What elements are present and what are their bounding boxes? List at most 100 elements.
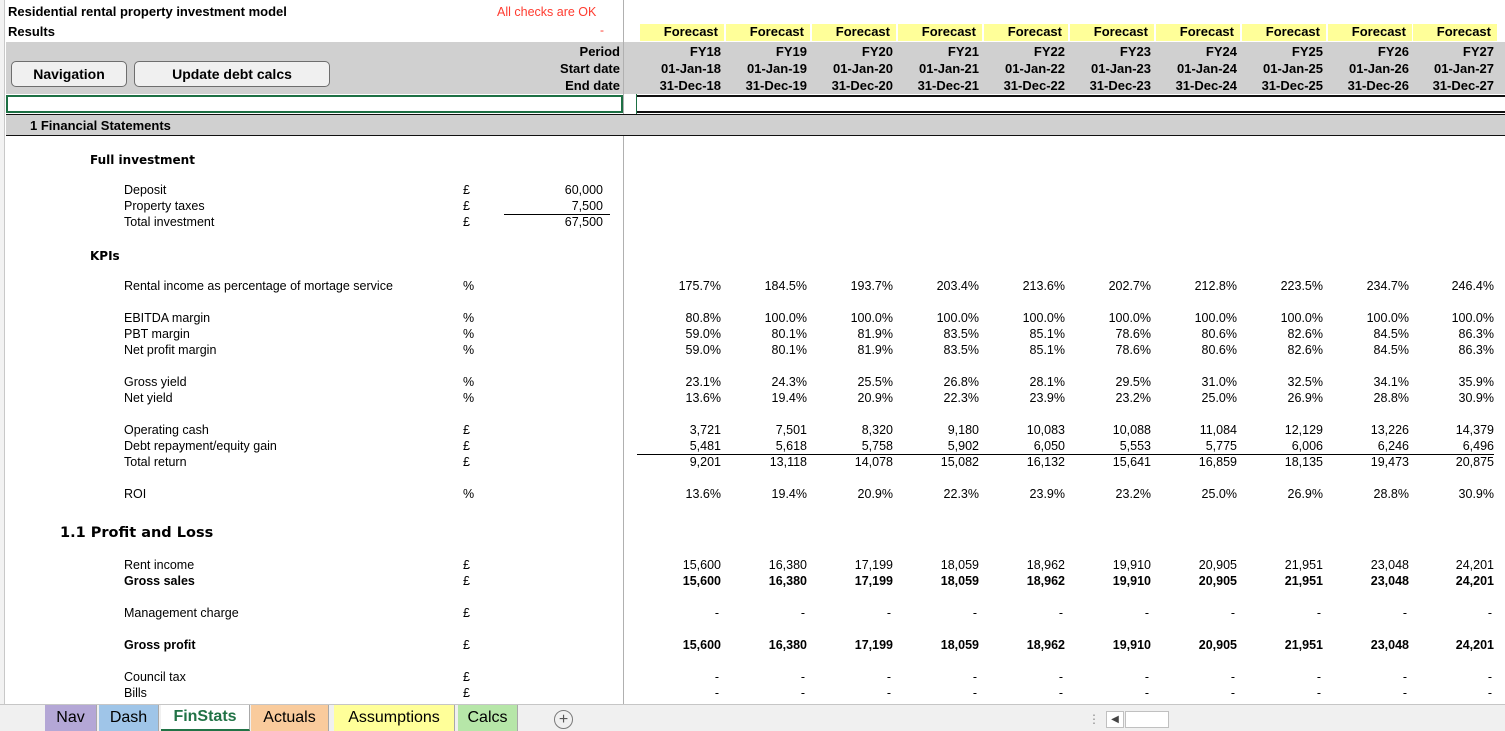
value-cell[interactable]: 15,600	[637, 574, 721, 588]
value-cell[interactable]: 9,201	[637, 455, 721, 469]
splitter-dots-icon[interactable]: ⋮	[1088, 712, 1100, 726]
tab-finstats[interactable]: FinStats	[161, 705, 250, 731]
value-cell[interactable]: 14,078	[809, 455, 893, 469]
value-cell[interactable]: 78.6%	[1067, 343, 1151, 357]
value-cell[interactable]: 6,496	[1410, 439, 1494, 453]
value-cell[interactable]: -	[893, 670, 977, 684]
value-cell[interactable]: 24,201	[1410, 558, 1494, 572]
value-cell[interactable]: 78.6%	[1067, 327, 1151, 341]
value-cell[interactable]: 34.1%	[1325, 375, 1409, 389]
value-cell[interactable]: 16,380	[723, 638, 807, 652]
value-cell[interactable]: -	[1323, 686, 1407, 700]
value-cell[interactable]: 24,201	[1410, 574, 1494, 588]
value-cell[interactable]: 11,084	[1153, 423, 1237, 437]
navigation-button[interactable]: Navigation	[11, 61, 127, 87]
value-cell[interactable]: -	[1323, 670, 1407, 684]
value-cell[interactable]: 23.9%	[981, 391, 1065, 405]
value-cell[interactable]: -	[979, 670, 1063, 684]
tab-calcs[interactable]: Calcs	[458, 705, 518, 731]
value-cell[interactable]: 5,618	[723, 439, 807, 453]
value-cell[interactable]: 12,129	[1239, 423, 1323, 437]
value-cell[interactable]: -	[893, 606, 977, 620]
value-cell[interactable]: 16,380	[723, 574, 807, 588]
value-cell[interactable]: 23.2%	[1067, 391, 1151, 405]
value-cell[interactable]: -	[1237, 686, 1321, 700]
value-cell[interactable]: 6,246	[1325, 439, 1409, 453]
value-cell[interactable]: 80.1%	[723, 343, 807, 357]
value-cell[interactable]: 6,006	[1239, 439, 1323, 453]
value-cell[interactable]: 20,875	[1410, 455, 1494, 469]
value-cell[interactable]: 21,951	[1239, 638, 1323, 652]
value-cell[interactable]: 15,082	[895, 455, 979, 469]
value-cell[interactable]: 24,201	[1410, 638, 1494, 652]
value-cell[interactable]: 19.4%	[723, 391, 807, 405]
value-cell[interactable]: 5,775	[1153, 439, 1237, 453]
value-cell[interactable]: 100.0%	[809, 311, 893, 325]
value-cell[interactable]: 59.0%	[637, 343, 721, 357]
value-cell[interactable]: 100.0%	[895, 311, 979, 325]
value-cell[interactable]: 82.6%	[1239, 327, 1323, 341]
value-cell[interactable]: 25.0%	[1153, 487, 1237, 501]
value-cell[interactable]: 20,905	[1153, 574, 1237, 588]
value-cell[interactable]: 3,721	[637, 423, 721, 437]
value-cell[interactable]: -	[979, 686, 1063, 700]
value-cell[interactable]: 175.7%	[637, 279, 721, 293]
value-cell[interactable]: 223.5%	[1239, 279, 1323, 293]
value-cell[interactable]: -	[1408, 606, 1492, 620]
value-cell[interactable]: 17,199	[809, 574, 893, 588]
fill-handle[interactable]	[636, 94, 637, 114]
value-cell[interactable]: 19,910	[1067, 638, 1151, 652]
value-cell[interactable]: 83.5%	[895, 327, 979, 341]
value-cell[interactable]: 184.5%	[723, 279, 807, 293]
value-cell[interactable]: -	[1065, 686, 1149, 700]
value-cell[interactable]: -	[807, 670, 891, 684]
tab-dash[interactable]: Dash	[99, 705, 159, 731]
value-cell[interactable]: 20,905	[1153, 558, 1237, 572]
value-cell[interactable]: 19,910	[1067, 574, 1151, 588]
value-cell[interactable]: 20.9%	[809, 487, 893, 501]
value-cell[interactable]: 16,380	[723, 558, 807, 572]
horizontal-scrollbar[interactable]	[1125, 711, 1169, 728]
value-cell[interactable]: 20,905	[1153, 638, 1237, 652]
value-cell[interactable]: 10,088	[1067, 423, 1151, 437]
value-cell[interactable]: 17,199	[809, 638, 893, 652]
value-cell[interactable]: 8,320	[809, 423, 893, 437]
value-cell[interactable]: 5,758	[809, 439, 893, 453]
value-cell[interactable]: 5,553	[1067, 439, 1151, 453]
value-cell[interactable]: -	[635, 606, 719, 620]
value-cell[interactable]: -	[1151, 606, 1235, 620]
value-cell[interactable]: 80.6%	[1153, 343, 1237, 357]
value-cell[interactable]: 246.4%	[1410, 279, 1494, 293]
value-cell[interactable]: 18,962	[981, 638, 1065, 652]
value-cell[interactable]: 202.7%	[1067, 279, 1151, 293]
value-cell[interactable]: -	[893, 686, 977, 700]
value-cell[interactable]: 203.4%	[895, 279, 979, 293]
tab-nav[interactable]: Nav	[45, 705, 97, 731]
value-cell[interactable]: -	[1151, 670, 1235, 684]
value-cell[interactable]: 80.8%	[637, 311, 721, 325]
value-cell[interactable]: 35.9%	[1410, 375, 1494, 389]
value-cell[interactable]: -	[1323, 606, 1407, 620]
value-cell[interactable]: -	[721, 686, 805, 700]
value-cell[interactable]: 13,226	[1325, 423, 1409, 437]
value-cell[interactable]: 83.5%	[895, 343, 979, 357]
value-cell[interactable]: 29.5%	[1067, 375, 1151, 389]
value-cell[interactable]: 13,118	[723, 455, 807, 469]
value-cell[interactable]: 22.3%	[895, 487, 979, 501]
value-cell[interactable]: 21,951	[1239, 558, 1323, 572]
value-cell[interactable]: 25.0%	[1153, 391, 1237, 405]
value-cell[interactable]: 84.5%	[1325, 327, 1409, 341]
value-cell[interactable]: 15,600	[637, 638, 721, 652]
tab-assumptions[interactable]: Assumptions	[334, 705, 455, 731]
value-cell[interactable]: 18,059	[895, 558, 979, 572]
scroll-left-icon[interactable]: ◀	[1106, 711, 1124, 728]
value-cell[interactable]: 234.7%	[1325, 279, 1409, 293]
value-cell[interactable]: 85.1%	[981, 327, 1065, 341]
value-cell[interactable]: 7,501	[723, 423, 807, 437]
value-cell[interactable]: 25.5%	[809, 375, 893, 389]
value-cell[interactable]: 18,962	[981, 574, 1065, 588]
value-cell[interactable]: 15,641	[1067, 455, 1151, 469]
value-cell[interactable]: 13.6%	[637, 487, 721, 501]
value-cell[interactable]: 17,199	[809, 558, 893, 572]
value-cell[interactable]: -	[1151, 686, 1235, 700]
